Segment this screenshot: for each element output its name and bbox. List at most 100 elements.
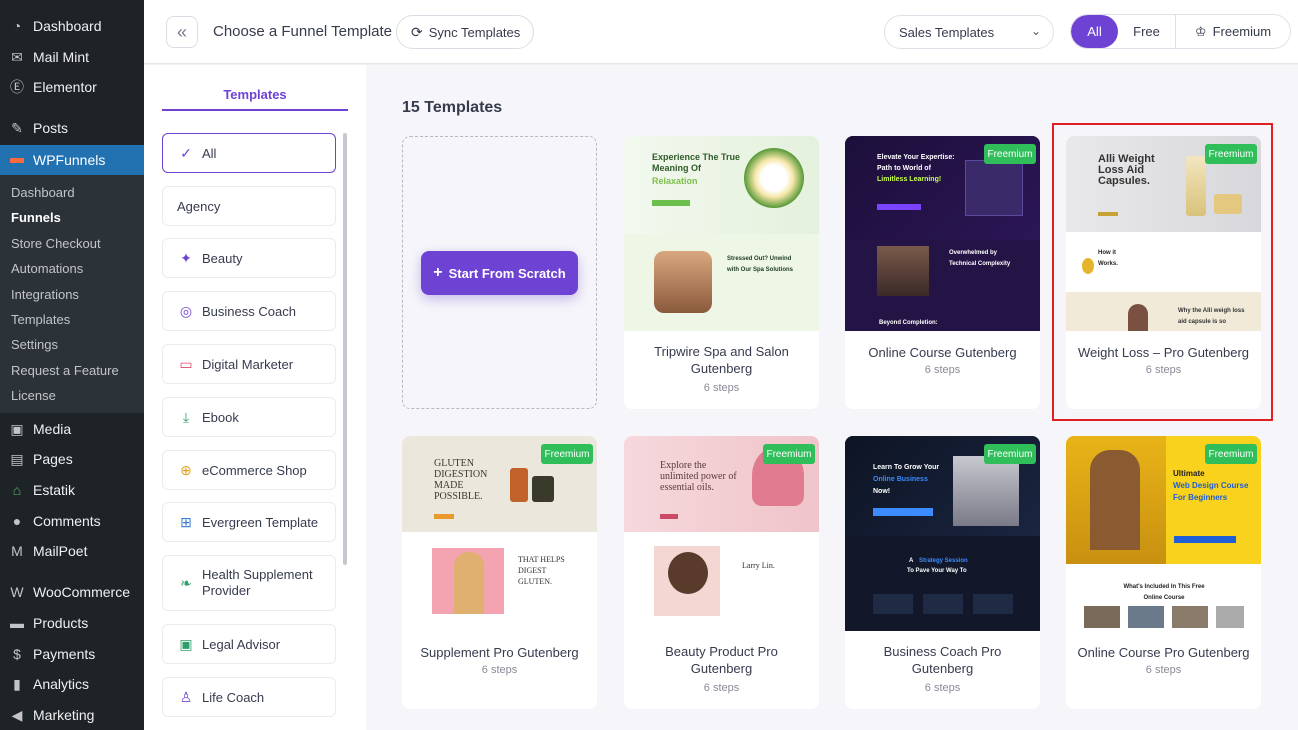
menu-media[interactable]: ▣ Media [0, 416, 144, 442]
template-preview: Experience The True Meaning Of Relaxatio… [624, 136, 819, 331]
dollar-icon: $ [13, 646, 21, 662]
comment-icon: ● [12, 513, 22, 529]
freemium-badge: Freemium [1205, 444, 1257, 464]
category-legal-advisor[interactable]: ▣ Legal Advisor [162, 624, 336, 664]
back-button[interactable]: « [166, 16, 198, 48]
template-steps: 6 steps [924, 682, 961, 694]
woo-icon: W [10, 584, 24, 600]
page-title: Choose a Funnel Template [213, 23, 393, 40]
category-agency[interactable]: Agency [162, 186, 336, 226]
crown-icon: ♔ [1194, 23, 1207, 39]
chevron-down-icon: ⌄ [1030, 24, 1041, 38]
template-preview: GLUTEN DIGESTION MADE POSSIBLE. THAT HEL… [402, 436, 597, 631]
category-ecommerce-shop[interactable]: ⊕ eCommerce Shop [162, 450, 336, 490]
template-count: 15 Templates [402, 99, 503, 116]
template-card-spa[interactable]: Experience The True Meaning Of Relaxatio… [624, 136, 819, 409]
menu-marketing[interactable]: ◀ Marketing [0, 702, 144, 728]
template-title: Supplement Pro Gutenberg [420, 645, 579, 660]
check-circle-icon: ✓ [180, 144, 192, 161]
pages-icon: ▤ [10, 450, 24, 467]
filter-freemium-button[interactable]: ♔ Freemium [1176, 15, 1290, 48]
template-preview: Ultimate Web Design Course For Beginners… [1066, 436, 1261, 631]
menu-posts[interactable]: ✎ Posts [0, 115, 144, 141]
whistle-icon: ◎ [179, 302, 193, 319]
leaf-icon: ❧ [180, 575, 192, 591]
template-steps: 6 steps [481, 664, 518, 676]
wpfunnels-submenu: Dashboard Funnels Store Checkout Automat… [0, 175, 144, 413]
template-card-beauty-product[interactable]: Explore the unlimited power of essential… [624, 436, 819, 709]
menu-payments[interactable]: $ Payments [0, 641, 144, 667]
freemium-badge: Freemium [984, 444, 1036, 464]
template-title: Online Course Gutenberg [868, 345, 1017, 360]
submenu-funnels[interactable]: Funnels [11, 210, 61, 225]
submenu-templates[interactable]: Templates [11, 312, 70, 327]
start-from-scratch-card: + Start From Scratch [402, 136, 597, 409]
category-evergreen-template[interactable]: ⊞ Evergreen Template [162, 502, 336, 542]
menu-products[interactable]: ▬ Products [0, 610, 144, 636]
template-card-supplement[interactable]: GLUTEN DIGESTION MADE POSSIBLE. THAT HEL… [402, 436, 597, 709]
submenu-integrations[interactable]: Integrations [11, 287, 79, 302]
submenu-license[interactable]: License [11, 388, 56, 403]
menu-analytics[interactable]: ▮ Analytics [0, 671, 144, 697]
menu-woocommerce[interactable]: W WooCommerce [0, 579, 144, 605]
megaphone-icon: ◀ [11, 706, 23, 723]
category-scrollbar[interactable] [343, 133, 347, 565]
menu-comments[interactable]: ● Comments [0, 508, 144, 534]
dashboard-icon: ◔ [12, 18, 22, 34]
person-icon: ♙ [179, 688, 193, 705]
menu-pages[interactable]: ▤ Pages [0, 446, 144, 472]
mailpoet-icon: M [11, 543, 23, 559]
template-steps: 6 steps [703, 382, 740, 394]
mail-icon: ✉ [11, 48, 23, 65]
tab-templates[interactable]: Templates [162, 79, 348, 111]
category-all[interactable]: ✓ All [162, 133, 336, 173]
house-icon: ⌂ [12, 482, 22, 498]
category-beauty[interactable]: ✦ Beauty [162, 238, 336, 278]
filter-all-button[interactable]: All [1071, 15, 1118, 48]
menu-estatik[interactable]: ⌂ Estatik [0, 477, 144, 503]
submenu-automations[interactable]: Automations [11, 261, 83, 276]
submenu-store-checkout[interactable]: Store Checkout [11, 236, 101, 251]
template-steps: 6 steps [1145, 664, 1182, 676]
sparkle-icon: ✦ [180, 249, 192, 266]
sync-icon: ⟳ [411, 23, 423, 40]
menu-elementor[interactable]: Ⓔ Elementor [0, 74, 144, 100]
template-card-online-course[interactable]: Elevate Your Expertise: Path to World of… [845, 136, 1040, 409]
template-title: Beauty Product Pro Gutenberg [665, 644, 778, 676]
menu-mail-mint[interactable]: ✉ Mail Mint [0, 44, 144, 70]
cart-icon: ⊕ [180, 461, 192, 478]
template-preview: Explore the unlimited power of essential… [624, 436, 819, 631]
freemium-badge: Freemium [541, 444, 593, 464]
filter-free-button[interactable]: Free [1118, 15, 1176, 48]
submenu-settings[interactable]: Settings [11, 337, 58, 352]
template-card-business-coach[interactable]: Learn To Grow Your Online Business Now! … [845, 436, 1040, 709]
category-panel: Templates ✓ All Agency ✦ Beauty ◎ Business … [144, 65, 366, 730]
admin-sidebar: ◔ Dashboard ✉ Mail Mint Ⓔ Elementor ✎ Posts … [0, 0, 144, 730]
template-preview: Elevate Your Expertise: Path to World of… [845, 136, 1040, 331]
category-health-supplement[interactable]: ❧ Health Supplement Provider [162, 555, 336, 611]
plus-icon: + [433, 264, 443, 281]
category-life-coach[interactable]: ♙ Life Coach [162, 677, 336, 717]
submenu-request-feature[interactable]: Request a Feature [11, 363, 119, 378]
category-digital-marketer[interactable]: ▭ Digital Marketer [162, 344, 336, 384]
pin-icon: ✎ [11, 119, 23, 136]
submenu-dashboard[interactable]: Dashboard [11, 185, 75, 200]
start-from-scratch-button[interactable]: + Start From Scratch [421, 251, 578, 295]
template-grid: 15 Templates + Start From Scratch Experie… [366, 65, 1298, 730]
chat-icon: ▭ [179, 355, 193, 372]
download-book-icon: ⤓ [182, 408, 190, 425]
media-icon: ▣ [10, 420, 24, 437]
double-chevron-left-icon: « [176, 21, 187, 42]
template-card-online-course-pro[interactable]: Ultimate Web Design Course For Beginners… [1066, 436, 1261, 709]
category-business-coach[interactable]: ◎ Business Coach [162, 291, 336, 331]
template-title: Business Coach Pro Gutenberg [883, 644, 1002, 676]
template-type-select[interactable]: Sales Templates ⌄ [884, 15, 1054, 49]
menu-mailpoet[interactable]: M MailPoet [0, 538, 144, 564]
funnel-icon [8, 151, 26, 169]
menu-wpfunnels[interactable]: WPFunnels [0, 145, 144, 175]
menu-dashboard[interactable]: ◔ Dashboard [0, 13, 144, 39]
highlight-box [1052, 123, 1273, 421]
category-ebook[interactable]: ⤓ Ebook [162, 397, 336, 437]
template-preview: Learn To Grow Your Online Business Now! … [845, 436, 1040, 631]
sync-templates-button[interactable]: ⟳ Sync Templates [396, 15, 534, 49]
